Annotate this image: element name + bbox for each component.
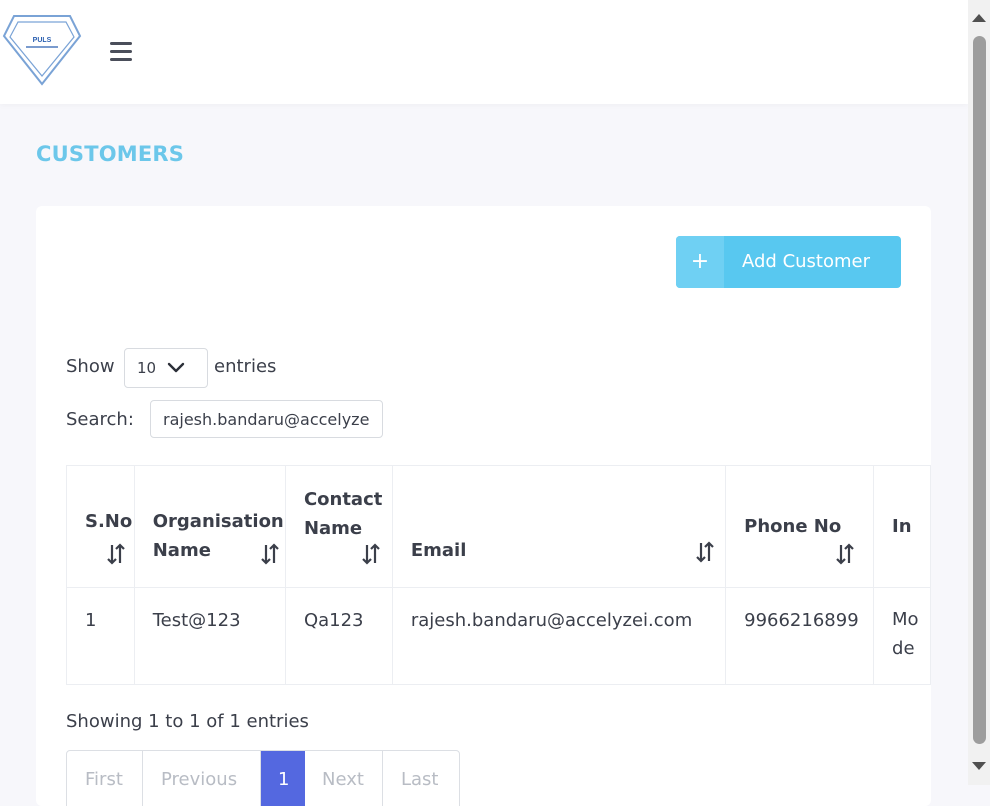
cell-info: Mo de	[873, 587, 931, 685]
cell-info-line2: de	[892, 638, 915, 659]
sort-icon	[362, 543, 380, 565]
cell-contact: Qa123	[284, 587, 393, 685]
cell-info-line1: Mo	[892, 609, 919, 630]
scrollbar-thumb[interactable]	[973, 36, 986, 744]
pagination: First Previous 1 Next Last	[66, 750, 460, 806]
page-last-button[interactable]: Last	[383, 751, 459, 806]
cell-phone: 9966216899	[725, 587, 875, 685]
column-header-info[interactable]: In	[873, 465, 931, 588]
cell-organisation: Test@123	[133, 587, 286, 685]
column-header-email[interactable]: Email	[391, 465, 727, 588]
column-contact-line2: Name	[303, 518, 363, 539]
table-info: Showing 1 to 1 of 1 entries	[66, 711, 309, 732]
chevron-down-icon	[167, 362, 185, 373]
cell-sno: 1	[66, 587, 135, 685]
column-organisation-line1: Organisation	[152, 511, 284, 532]
column-phone-label: Phone No	[744, 516, 842, 537]
customers-table: S.No Organisation Name Contact Name Emai…	[66, 465, 931, 685]
menu-toggle-icon[interactable]	[110, 42, 132, 62]
scroll-up-arrow-icon[interactable]	[971, 12, 987, 24]
column-info-label: In	[892, 516, 912, 537]
show-label: Show	[66, 356, 115, 377]
logo-text: PULS	[33, 37, 52, 44]
column-header-phone[interactable]: Phone No	[725, 465, 875, 588]
page-1-button[interactable]: 1	[261, 751, 305, 806]
plus-icon: +	[676, 236, 724, 288]
add-customer-label: Add Customer	[742, 251, 871, 272]
column-email-label: Email	[410, 540, 467, 561]
page-previous-button[interactable]: Previous	[143, 751, 261, 806]
page-title: CUSTOMERS	[36, 142, 185, 166]
column-sno-label: S.No	[85, 511, 133, 532]
page-next-button[interactable]: Next	[305, 751, 383, 806]
column-header-organisation[interactable]: Organisation Name	[133, 465, 286, 588]
puls-logo[interactable]: PULS	[2, 12, 82, 90]
column-header-sno[interactable]: S.No	[66, 465, 135, 588]
add-customer-button[interactable]: + Add Customer	[676, 236, 901, 288]
table-row[interactable]: 1 Test@123 Qa123 rajesh.bandaru@accelyze…	[66, 587, 931, 685]
sort-icon	[260, 543, 279, 565]
entries-select[interactable]: 10	[124, 348, 208, 388]
search-label: Search:	[66, 409, 134, 430]
column-header-contact[interactable]: Contact Name	[284, 465, 393, 588]
customers-card: + Add Customer Show 10 entries Search: S…	[36, 206, 931, 806]
column-contact-line1: Contact	[303, 489, 383, 510]
sort-icon	[836, 543, 854, 565]
sort-icon	[696, 541, 714, 563]
scroll-down-arrow-icon[interactable]	[971, 760, 987, 772]
entries-select-value: 10	[137, 359, 157, 377]
entries-label: entries	[214, 356, 277, 377]
table-header-row: S.No Organisation Name Contact Name Emai…	[66, 465, 931, 588]
column-organisation-line2: Name	[152, 540, 211, 561]
cell-email: rajesh.bandaru@accelyzei.com	[391, 587, 727, 685]
sort-icon	[107, 543, 125, 565]
page-first-button[interactable]: First	[67, 751, 143, 806]
top-navbar: PULS	[0, 0, 968, 104]
search-input[interactable]	[150, 400, 383, 438]
